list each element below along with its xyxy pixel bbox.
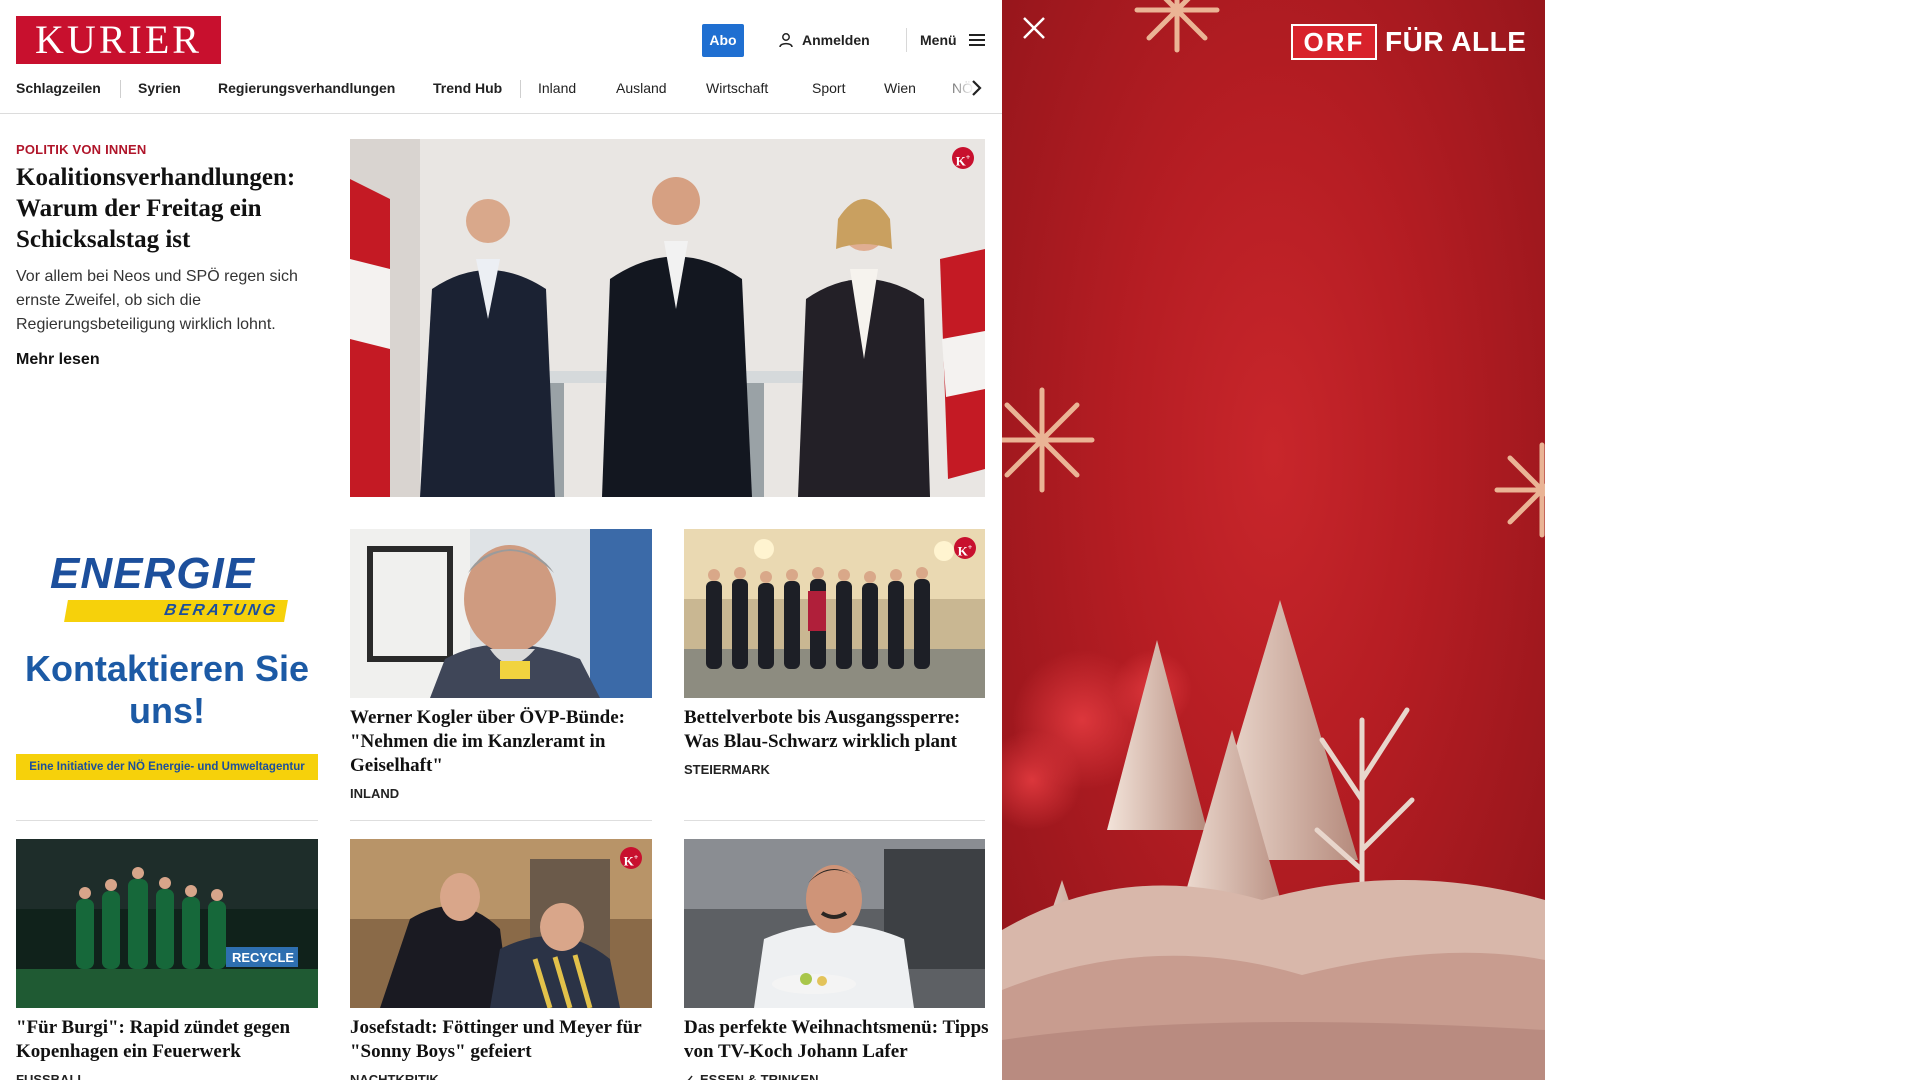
chevron-right-icon[interactable]: [968, 78, 986, 98]
nav-item-sport[interactable]: Sport: [812, 72, 845, 104]
nav-item-wien[interactable]: Wien: [884, 72, 916, 104]
kurier-logo[interactable]: KURIER: [16, 16, 221, 64]
energie-beratung-ad[interactable]: ENERGIE BERATUNG Kontaktieren Sie uns! E…: [16, 530, 318, 780]
empty-right-area: [1545, 0, 1920, 1080]
ad-footer: Eine Initiative der NÖ Energie- und Umwe…: [16, 754, 318, 780]
nav-item-inland[interactable]: Inland: [538, 72, 576, 104]
card-title[interactable]: Werner Kogler über ÖVP-Bünde: "Nehmen di…: [350, 706, 655, 778]
card-title[interactable]: "Für Burgi": Rapid zündet gegen Kopenhag…: [16, 1016, 321, 1064]
orf-logo-text: FÜR ALLE: [1385, 26, 1527, 57]
hero-photo: [350, 139, 985, 497]
ad-brand-sub: BERATUNG: [64, 600, 288, 622]
recycle-banner-text: RECYCLE: [231, 950, 295, 965]
login-button[interactable]: Anmelden: [778, 30, 870, 50]
nav-divider: [520, 80, 521, 98]
hero-teaser: Vor allem bei Neos und SPÖ regen sich er…: [16, 268, 298, 333]
login-label: Anmelden: [802, 32, 870, 48]
rapid-photo: [16, 839, 318, 1008]
header-divider: [906, 28, 907, 52]
hamburger-icon: [968, 34, 985, 46]
nav-item-trend-hub[interactable]: Trend Hub: [433, 72, 502, 104]
user-icon: [779, 33, 793, 48]
orf-ad-panel[interactable]: ORF FÜR ALLE: [1002, 0, 1545, 1080]
card-image[interactable]: RECYCLE: [16, 839, 318, 1008]
card-title[interactable]: Bettelverbote bis Ausgangssperre: Was Bl…: [684, 706, 989, 754]
card-category-wrap[interactable]: ESSEN & TRINKEN: [684, 1072, 818, 1080]
josefstadt-photo: [350, 839, 652, 1008]
orf-logo-box: ORF: [1291, 24, 1377, 60]
hero-kicker[interactable]: POLITIK VON INNEN: [16, 142, 147, 157]
close-icon[interactable]: [1020, 14, 1048, 42]
divider: [350, 820, 652, 821]
card-category[interactable]: STEIERMARK: [684, 762, 770, 777]
card-category[interactable]: INLAND: [350, 786, 399, 801]
ad-brand: ENERGIE: [50, 549, 256, 598]
steiermark-photo: [684, 529, 985, 698]
card-title[interactable]: Josefstadt: Föttinger und Meyer für "Son…: [350, 1016, 655, 1064]
card-image[interactable]: [350, 529, 652, 698]
feather-icon: [686, 1075, 693, 1080]
kogler-photo: [350, 529, 652, 698]
hero-image[interactable]: K+: [350, 139, 985, 497]
card-category[interactable]: FUSSBALL: [16, 1072, 85, 1080]
nav-item-ausland[interactable]: Ausland: [616, 72, 667, 104]
nav-divider: [120, 80, 121, 98]
menu-label: Menü: [920, 32, 957, 48]
nav-item-schlagzeilen[interactable]: Schlagzeilen: [16, 72, 101, 104]
read-more-link[interactable]: Mehr lesen: [16, 351, 100, 369]
nav-item-wirtschaft[interactable]: Wirtschaft: [706, 72, 768, 104]
lafer-photo: [684, 839, 985, 1008]
card-image[interactable]: K+: [350, 839, 652, 1008]
hero-title[interactable]: Koalitionsverhandlungen: Warum der Freit…: [16, 162, 328, 255]
menu-button[interactable]: Menü: [920, 30, 985, 50]
card-category: ESSEN & TRINKEN: [700, 1072, 819, 1080]
news-site: KURIER Abo Anmelden Menü Schlagzeilen Sy…: [0, 0, 1002, 1080]
nav-item-regierungsverhandlungen[interactable]: Regierungsverhandlungen: [218, 72, 395, 104]
divider: [16, 820, 318, 821]
kurier-plus-badge: K+: [952, 147, 974, 169]
divider: [684, 820, 985, 821]
card-image[interactable]: K+: [684, 529, 985, 698]
card-image[interactable]: [684, 839, 985, 1008]
site-header: KURIER Abo Anmelden Menü: [0, 0, 1002, 78]
orf-logo: ORF FÜR ALLE: [1291, 24, 1526, 60]
abo-button[interactable]: Abo: [702, 24, 744, 57]
kurier-plus-badge: K+: [954, 537, 976, 559]
card-title[interactable]: Das perfekte Weihnachtsmenü: Tipps von T…: [684, 1016, 989, 1064]
kurier-plus-badge: K+: [620, 847, 642, 869]
christmas-scene: [1002, 0, 1545, 1080]
ad-cta: Kontaktieren Sie uns!: [24, 648, 310, 731]
card-category[interactable]: NACHTKRITIK: [350, 1072, 439, 1080]
main-navigation: Schlagzeilen Syrien Regierungsverhandlun…: [0, 72, 1002, 114]
nav-item-syrien[interactable]: Syrien: [138, 72, 181, 104]
